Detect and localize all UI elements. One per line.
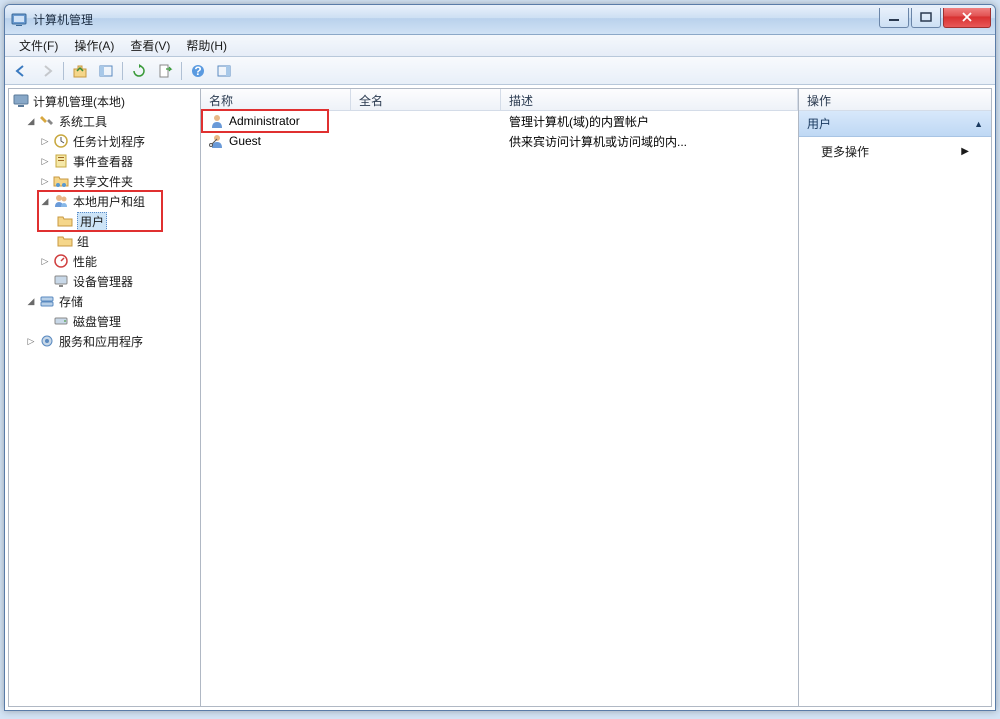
actions-body: 用户 ▲ 更多操作 ▶ <box>799 111 991 706</box>
actions-category[interactable]: 用户 ▲ <box>799 111 991 137</box>
column-description[interactable]: 描述 <box>501 89 798 110</box>
user-disabled-icon <box>209 133 225 149</box>
menubar: 文件(F) 操作(A) 查看(V) 帮助(H) <box>5 35 995 57</box>
collapse-icon[interactable]: ◢ <box>25 115 37 127</box>
tree-groups[interactable]: 组 <box>11 231 198 251</box>
forward-button[interactable] <box>35 60 59 82</box>
expand-icon[interactable]: ▷ <box>39 135 51 147</box>
up-button[interactable] <box>68 60 92 82</box>
toolbar: ? <box>5 57 995 85</box>
clock-icon <box>53 133 69 149</box>
expand-icon[interactable]: ▷ <box>39 175 51 187</box>
menu-view[interactable]: 查看(V) <box>122 35 178 56</box>
tree-event-viewer[interactable]: ▷ 事件查看器 <box>11 151 198 171</box>
titlebar[interactable]: 计算机管理 <box>5 5 995 35</box>
tree-system-tools[interactable]: ◢ 系统工具 <box>11 111 198 131</box>
tree-device-manager[interactable]: 设备管理器 <box>11 271 198 291</box>
app-icon <box>11 12 27 28</box>
services-icon <box>39 333 55 349</box>
show-hide-tree-button[interactable] <box>94 60 118 82</box>
minimize-button[interactable] <box>879 8 909 28</box>
actions-pane: 操作 用户 ▲ 更多操作 ▶ <box>799 89 991 706</box>
tree-storage[interactable]: ◢ 存储 <box>11 291 198 311</box>
tree-local-users-groups[interactable]: ◢ 本地用户和组 <box>11 191 198 211</box>
device-icon <box>53 273 69 289</box>
folder-icon <box>57 233 73 249</box>
column-name[interactable]: 名称 <box>201 89 351 110</box>
user-name: Guest <box>229 134 261 148</box>
users-icon <box>53 193 69 209</box>
menu-action[interactable]: 操作(A) <box>66 35 122 56</box>
tree-disk-management[interactable]: 磁盘管理 <box>11 311 198 331</box>
svg-text:?: ? <box>194 64 201 78</box>
shared-folder-icon <box>53 173 69 189</box>
collapse-icon[interactable]: ◢ <box>39 195 51 207</box>
help-button[interactable]: ? <box>186 60 210 82</box>
menu-file[interactable]: 文件(F) <box>11 35 66 56</box>
performance-icon <box>53 253 69 269</box>
expand-icon[interactable]: ▷ <box>39 255 51 267</box>
collapse-icon[interactable]: ◢ <box>25 295 37 307</box>
back-button[interactable] <box>9 60 33 82</box>
tree-shared-folders[interactable]: ▷ 共享文件夹 <box>11 171 198 191</box>
content-area: 计算机管理(本地) ◢ 系统工具 ▷ 任务计划程序 ▷ 事件查看器 ▷ 共享文件… <box>8 88 992 707</box>
export-list-button[interactable] <box>153 60 177 82</box>
action-more[interactable]: 更多操作 ▶ <box>799 137 991 166</box>
tree-task-scheduler[interactable]: ▷ 任务计划程序 <box>11 131 198 151</box>
refresh-button[interactable] <box>127 60 151 82</box>
tree-pane[interactable]: 计算机管理(本地) ◢ 系统工具 ▷ 任务计划程序 ▷ 事件查看器 ▷ 共享文件… <box>9 89 201 706</box>
window-title: 计算机管理 <box>33 11 879 28</box>
user-name: Administrator <box>229 114 300 128</box>
list-pane: 名称 全名 描述 Administrator 管理计算机(域)的内置帐户 Gu <box>201 89 799 706</box>
collapse-icon[interactable]: ▲ <box>974 119 983 129</box>
storage-icon <box>39 293 55 309</box>
close-button[interactable] <box>943 8 991 28</box>
menu-help[interactable]: 帮助(H) <box>178 35 235 56</box>
show-hide-action-pane-button[interactable] <box>212 60 236 82</box>
list-row[interactable]: Guest 供来宾访问计算机或访问域的内... <box>201 131 798 151</box>
event-icon <box>53 153 69 169</box>
computer-icon <box>13 93 29 109</box>
tools-icon <box>39 113 55 129</box>
toolbar-separator <box>181 62 182 80</box>
spacer <box>39 275 51 287</box>
expand-icon[interactable]: ▷ <box>39 155 51 167</box>
folder-icon <box>57 213 73 229</box>
disk-icon <box>53 313 69 329</box>
list-header: 名称 全名 描述 <box>201 89 798 111</box>
user-icon <box>209 113 225 129</box>
maximize-button[interactable] <box>911 8 941 28</box>
spacer <box>39 315 51 327</box>
window-buttons <box>879 8 991 28</box>
chevron-right-icon: ▶ <box>961 146 969 157</box>
toolbar-separator <box>63 62 64 80</box>
tree-root[interactable]: 计算机管理(本地) <box>11 91 198 111</box>
user-description: 管理计算机(域)的内置帐户 <box>501 113 798 130</box>
list-body[interactable]: Administrator 管理计算机(域)的内置帐户 Guest 供来宾访问计… <box>201 111 798 706</box>
list-row[interactable]: Administrator 管理计算机(域)的内置帐户 <box>201 111 798 131</box>
tree-users[interactable]: 用户 <box>11 211 198 231</box>
window: 计算机管理 文件(F) 操作(A) 查看(V) 帮助(H) ? 计算机管理(本地… <box>4 4 996 711</box>
actions-header: 操作 <box>799 89 991 111</box>
tree-services-apps[interactable]: ▷ 服务和应用程序 <box>11 331 198 351</box>
expand-icon[interactable]: ▷ <box>25 335 37 347</box>
column-fullname[interactable]: 全名 <box>351 89 501 110</box>
tree-performance[interactable]: ▷ 性能 <box>11 251 198 271</box>
user-description: 供来宾访问计算机或访问域的内... <box>501 133 798 150</box>
toolbar-separator <box>122 62 123 80</box>
